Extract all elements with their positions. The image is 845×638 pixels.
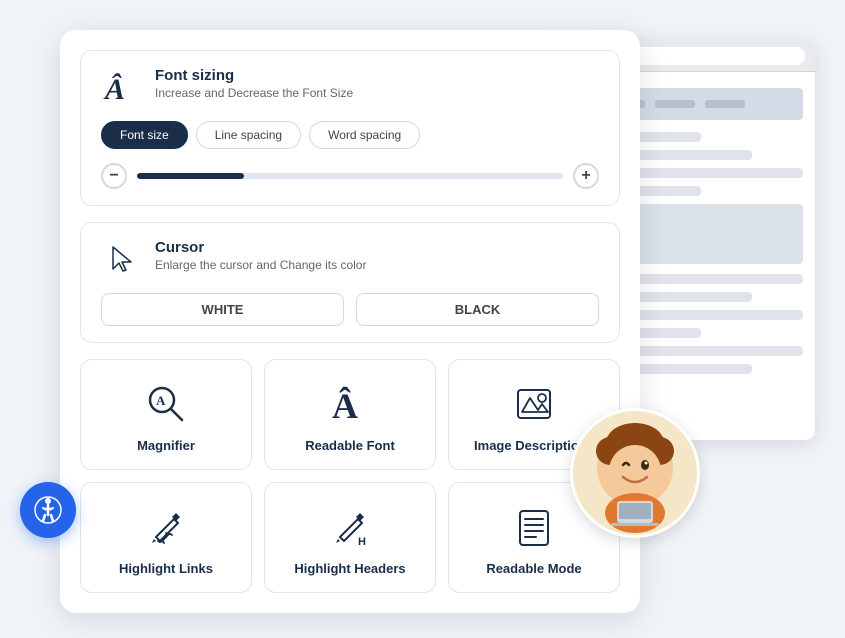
accessibility-fab[interactable] xyxy=(20,482,76,538)
cursor-icon xyxy=(101,239,141,279)
highlight-links-card[interactable]: Highlight Links xyxy=(80,482,252,593)
font-sizing-header: Â Font sizing Increase and Decrease the … xyxy=(101,67,599,107)
character-illustration xyxy=(570,408,700,538)
feature-grid: A Magnifier Â Readable Font xyxy=(80,359,620,593)
nav-item-3 xyxy=(655,100,695,108)
cursor-info: Cursor Enlarge the cursor and Change its… xyxy=(155,239,366,272)
cursor-header: Cursor Enlarge the cursor and Change its… xyxy=(101,239,599,279)
magnifier-card[interactable]: A Magnifier xyxy=(80,359,252,470)
readable-mode-label: Readable Mode xyxy=(486,561,581,576)
increase-font-button[interactable]: + xyxy=(573,163,599,189)
readable-font-icon: Â xyxy=(326,380,374,428)
magnifier-icon: A xyxy=(142,380,190,428)
cursor-white-button[interactable]: WHITE xyxy=(101,293,344,326)
cursor-desc: Enlarge the cursor and Change its color xyxy=(155,258,366,272)
font-sizing-icon: Â xyxy=(101,67,141,107)
svg-text:H: H xyxy=(358,536,366,548)
highlight-links-icon xyxy=(142,503,190,551)
font-sizing-section: Â Font sizing Increase and Decrease the … xyxy=(80,50,620,206)
highlight-links-label: Highlight Links xyxy=(119,561,213,576)
font-sizing-title: Font sizing xyxy=(155,67,353,84)
svg-text:Â: Â xyxy=(103,73,125,105)
cursor-section: Cursor Enlarge the cursor and Change its… xyxy=(80,222,620,343)
highlight-headers-card[interactable]: H Highlight Headers xyxy=(264,482,436,593)
readable-font-card[interactable]: Â Readable Font xyxy=(264,359,436,470)
highlight-headers-icon: H xyxy=(326,503,374,551)
nav-item-4 xyxy=(705,100,745,108)
font-sizing-info: Font sizing Increase and Decrease the Fo… xyxy=(155,67,353,100)
font-tab-group: Font size Line spacing Word spacing xyxy=(101,121,599,149)
decrease-font-button[interactable]: − xyxy=(101,163,127,189)
cursor-options: WHITE BLACK xyxy=(101,293,599,326)
readable-font-label: Readable Font xyxy=(305,438,395,453)
slider-fill xyxy=(137,173,244,179)
magnifier-label: Magnifier xyxy=(137,438,195,453)
svg-text:Â: Â xyxy=(332,386,358,426)
cursor-black-button[interactable]: BLACK xyxy=(356,293,599,326)
accessibility-panel: Â Font sizing Increase and Decrease the … xyxy=(60,30,640,613)
image-descriptions-icon xyxy=(510,380,558,428)
font-size-slider: − + xyxy=(101,163,599,189)
tab-font-size[interactable]: Font size xyxy=(101,121,188,149)
highlight-headers-label: Highlight Headers xyxy=(294,561,405,576)
cursor-title: Cursor xyxy=(155,239,366,256)
tab-word-spacing[interactable]: Word spacing xyxy=(309,121,420,149)
slider-track[interactable] xyxy=(137,173,563,179)
font-sizing-desc: Increase and Decrease the Font Size xyxy=(155,86,353,100)
readable-mode-icon xyxy=(510,503,558,551)
tab-line-spacing[interactable]: Line spacing xyxy=(196,121,301,149)
svg-text:A: A xyxy=(156,393,166,408)
